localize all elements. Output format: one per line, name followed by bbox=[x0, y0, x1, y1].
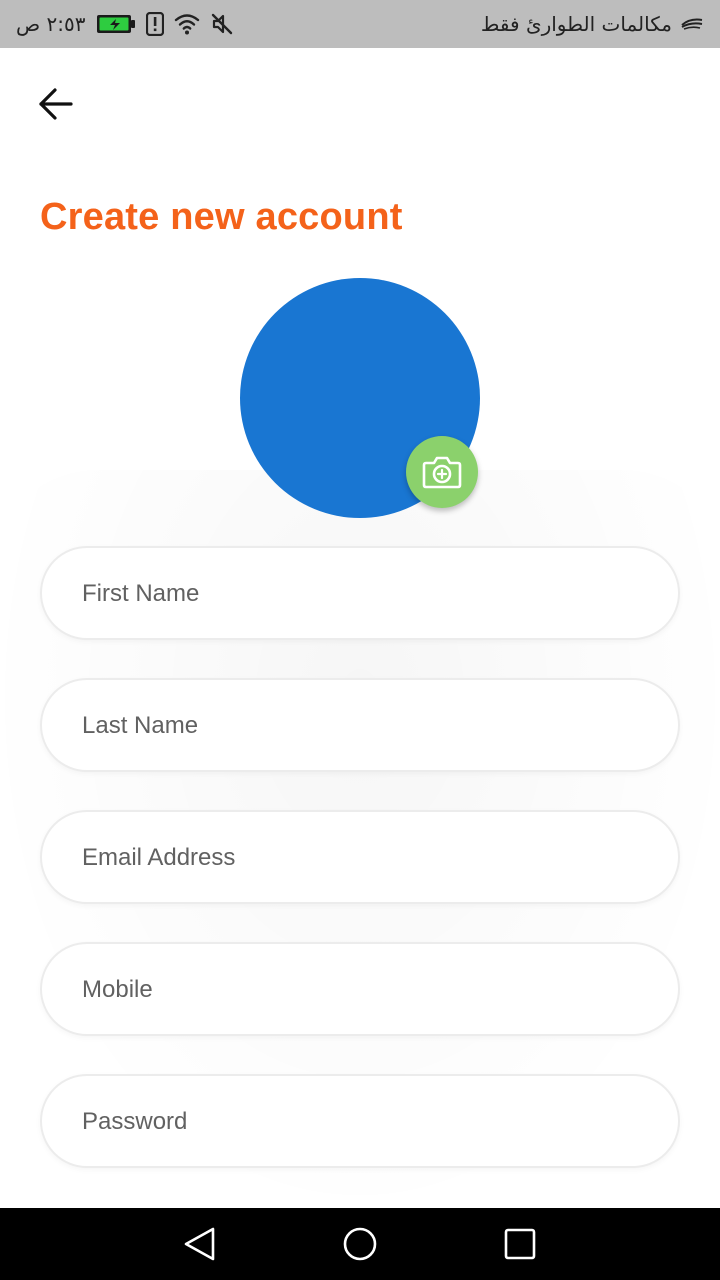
battery-charging-icon bbox=[96, 13, 136, 35]
mobile-input[interactable] bbox=[80, 944, 640, 1036]
nav-home-button[interactable] bbox=[340, 1224, 380, 1264]
nav-recents-icon bbox=[504, 1228, 536, 1260]
status-bar: ٢:٥٣ ص مكالمات الطوارئ فقط bbox=[0, 0, 720, 48]
password-field bbox=[40, 1074, 680, 1168]
camera-icon bbox=[422, 456, 462, 489]
nav-home-icon bbox=[343, 1227, 377, 1261]
last-name-field bbox=[40, 678, 680, 772]
last-name-input[interactable] bbox=[80, 680, 640, 772]
change-photo-button[interactable] bbox=[406, 436, 478, 508]
screen: ٢:٥٣ ص مكالمات الطوارئ فقط Create new ac… bbox=[0, 0, 720, 1280]
nav-back-button[interactable] bbox=[180, 1224, 220, 1264]
nav-back-icon bbox=[184, 1227, 215, 1261]
email-input[interactable] bbox=[80, 812, 640, 904]
first-name-input[interactable] bbox=[80, 548, 640, 640]
page-title: Create new account bbox=[40, 196, 403, 238]
nav-recents-button[interactable] bbox=[500, 1224, 540, 1264]
navigation-bar bbox=[0, 1208, 720, 1280]
status-right: مكالمات الطوارئ فقط bbox=[481, 0, 704, 48]
first-name-field bbox=[40, 546, 680, 640]
carrier-logo-icon bbox=[680, 15, 704, 33]
email-field bbox=[40, 810, 680, 904]
status-time: ٢:٥٣ ص bbox=[16, 12, 86, 36]
arrow-left-icon bbox=[39, 88, 73, 120]
password-input[interactable] bbox=[80, 1076, 640, 1168]
alert-icon bbox=[145, 12, 164, 36]
wifi-icon bbox=[174, 13, 200, 35]
back-button[interactable] bbox=[32, 82, 80, 126]
mute-icon bbox=[210, 12, 234, 36]
mobile-field bbox=[40, 942, 680, 1036]
carrier-text: مكالمات الطوارئ فقط bbox=[480, 12, 672, 36]
status-left: ٢:٥٣ ص bbox=[16, 0, 234, 48]
